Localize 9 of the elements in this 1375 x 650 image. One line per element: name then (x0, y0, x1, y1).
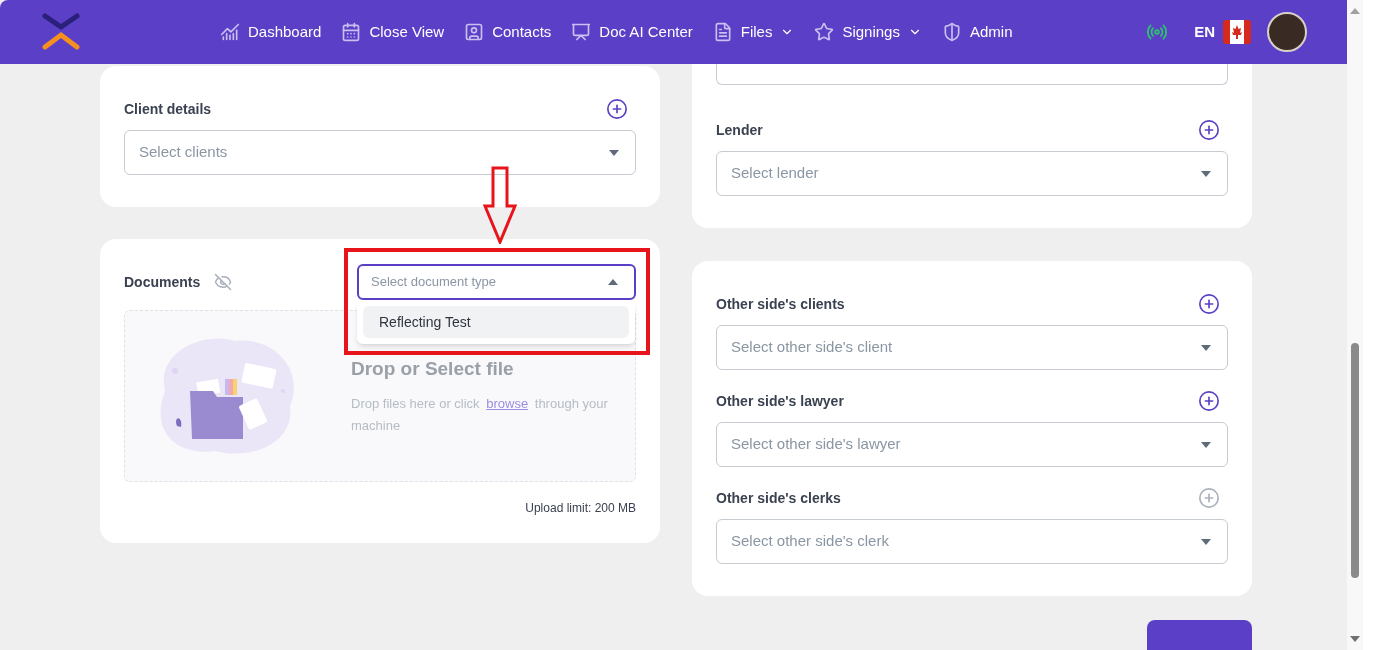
field-label: Client details (124, 99, 212, 119)
field-label: Other side's clients (716, 294, 845, 314)
field-label: Other side's lawyer (716, 391, 844, 411)
field-label: Documents (124, 272, 201, 292)
drop-title: Drop or Select file (351, 356, 515, 381)
drop-instructions: Drop files here or click browse through your machine (351, 395, 609, 436)
upload-limit: Upload limit: 200 MB (525, 500, 636, 517)
field-label: Other side's clerks (716, 488, 841, 508)
field-label: Lender (716, 120, 763, 140)
